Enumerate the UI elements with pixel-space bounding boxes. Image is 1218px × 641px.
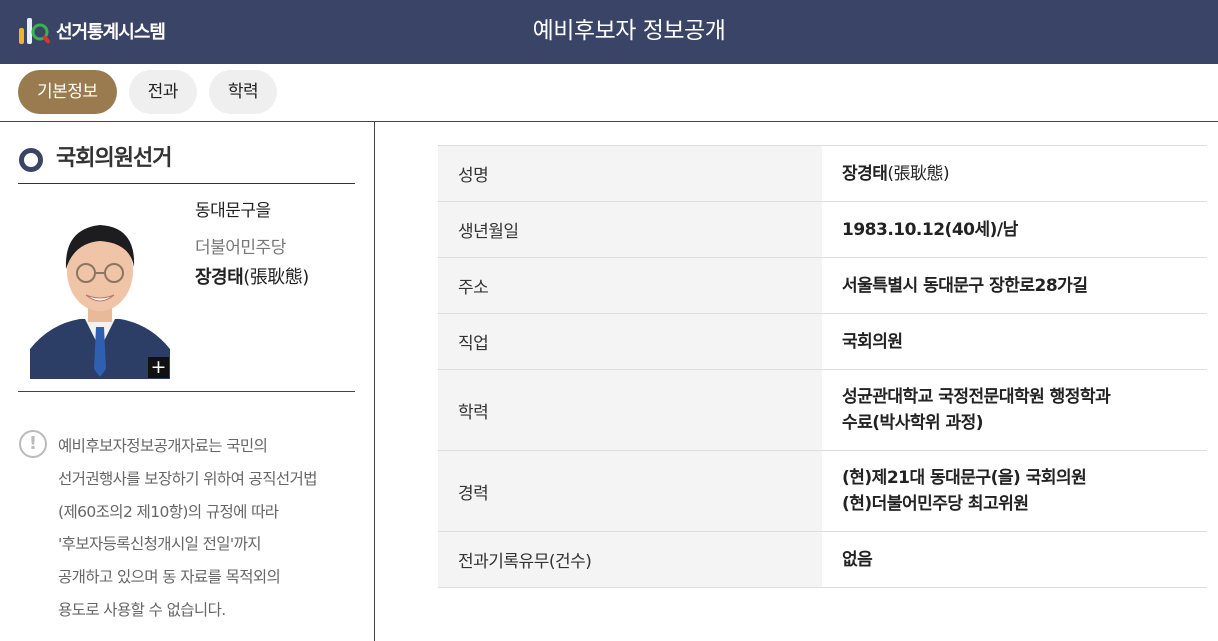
info-label: 성명 (438, 146, 822, 201)
info-value-line: 1983.10.12(40세)/남 (842, 219, 1018, 240)
info-value: 없음 (822, 532, 1207, 587)
candidate-photo[interactable] (30, 199, 170, 379)
info-value: 국회의원 (822, 314, 1207, 369)
info-row-career: 경력 (현)제21대 동대문구(을) 국회의원 (현)더불어민주당 최고위원 (438, 451, 1207, 532)
notice-line: (제60조의2 제10항)의 규정에 따라 (58, 502, 279, 521)
disclosure-notice: 예비후보자정보공개자료는 국민의 선거권행사를 보장하기 위하여 공직선거법 (… (58, 430, 368, 627)
info-value: (현)제21대 동대문구(을) 국회의원 (현)더불어민주당 최고위원 (822, 451, 1207, 531)
info-label: 전과기록유무(건수) (438, 532, 822, 587)
page-title: 예비후보자 정보공개 (532, 18, 726, 44)
info-value-line: 없음 (842, 549, 873, 570)
notice-line: 예비후보자정보공개자료는 국민의 (58, 437, 268, 455)
info-label: 직업 (438, 314, 822, 369)
info-value: 성균관대학교 국정전문대학원 행정학과 수료(박사학위 과정) (822, 370, 1207, 450)
name-hangul: 장경태 (842, 163, 888, 184)
info-value-line: (현)제21대 동대문구(을) 국회의원 (842, 468, 1087, 488)
column-divider (374, 122, 375, 641)
info-value: 서울특별시 동대문구 장한로28가길 (822, 258, 1207, 313)
info-value: 1983.10.12(40세)/남 (822, 202, 1207, 257)
tab-criminal-record[interactable]: 전과 (128, 70, 197, 114)
exclamation-icon: ! (19, 430, 47, 458)
notice-line: 선거권행사를 보장하기 위하여 공직선거법 (58, 469, 317, 488)
notice-line: '후보자등록신청개시일 전일'까지 (58, 535, 261, 554)
info-row-birthdate: 생년월일 1983.10.12(40세)/남 (438, 202, 1207, 258)
info-value: 장경태(張耿態) (822, 146, 1207, 201)
tab-basic-info[interactable]: 기본정보 (18, 70, 117, 114)
info-label: 생년월일 (438, 202, 822, 257)
candidate-name-hangul: 장경태 (195, 267, 244, 288)
info-label: 학력 (438, 370, 822, 450)
candidate-name: 장경태(張耿態) (195, 263, 309, 289)
tab-bar: 기본정보 전과 학력 (18, 70, 278, 114)
top-divider (0, 121, 1218, 122)
left-divider (18, 391, 355, 392)
tab-education[interactable]: 학력 (208, 70, 278, 114)
info-value-line: 국회의원 (842, 331, 903, 352)
candidate-info-table: 성명 장경태(張耿態) 생년월일 1983.10.12(40세)/남 주소 서울… (438, 145, 1207, 588)
info-value-line: (현)더불어민주당 최고위원 (842, 494, 1029, 514)
ring-bullet-icon (19, 148, 43, 172)
info-row-name: 성명 장경태(張耿態) (438, 146, 1207, 202)
info-value-line: 서울특별시 동대문구 장한로28가길 (842, 275, 1088, 296)
section-title: 국회의원선거 (56, 146, 172, 171)
candidate-party: 더불어민주당 (195, 238, 286, 258)
info-row-criminal-record: 전과기록유무(건수) 없음 (438, 532, 1207, 588)
notice-line: 용도로 사용할 수 없습니다. (58, 600, 226, 619)
info-row-education: 학력 성균관대학교 국정전문대학원 행정학과 수료(박사학위 과정) (438, 370, 1207, 451)
info-row-occupation: 직업 국회의원 (438, 314, 1207, 370)
candidate-district: 동대문구을 (195, 201, 271, 221)
notice-line: 공개하고 있으며 동 자료를 목적외의 (58, 568, 281, 587)
info-value-line: 수료(박사학위 과정) (842, 413, 984, 433)
info-value-line: 성균관대학교 국정전문대학원 행정학과 (842, 387, 1111, 407)
candidate-name-hanja: (張耿態) (243, 267, 309, 288)
election-section-header: 국회의원선거 (18, 144, 355, 184)
top-header: 선거통계시스템 예비후보자 정보공개 (0, 0, 1218, 64)
info-row-address: 주소 서울특별시 동대문구 장한로28가길 (438, 258, 1207, 314)
photo-expand-icon[interactable]: + (148, 357, 169, 378)
name-hanja: (張耿態) (887, 163, 950, 184)
info-label: 경력 (438, 451, 822, 531)
info-value-line: 장경태(張耿態) (842, 161, 1207, 187)
info-label: 주소 (438, 258, 822, 313)
